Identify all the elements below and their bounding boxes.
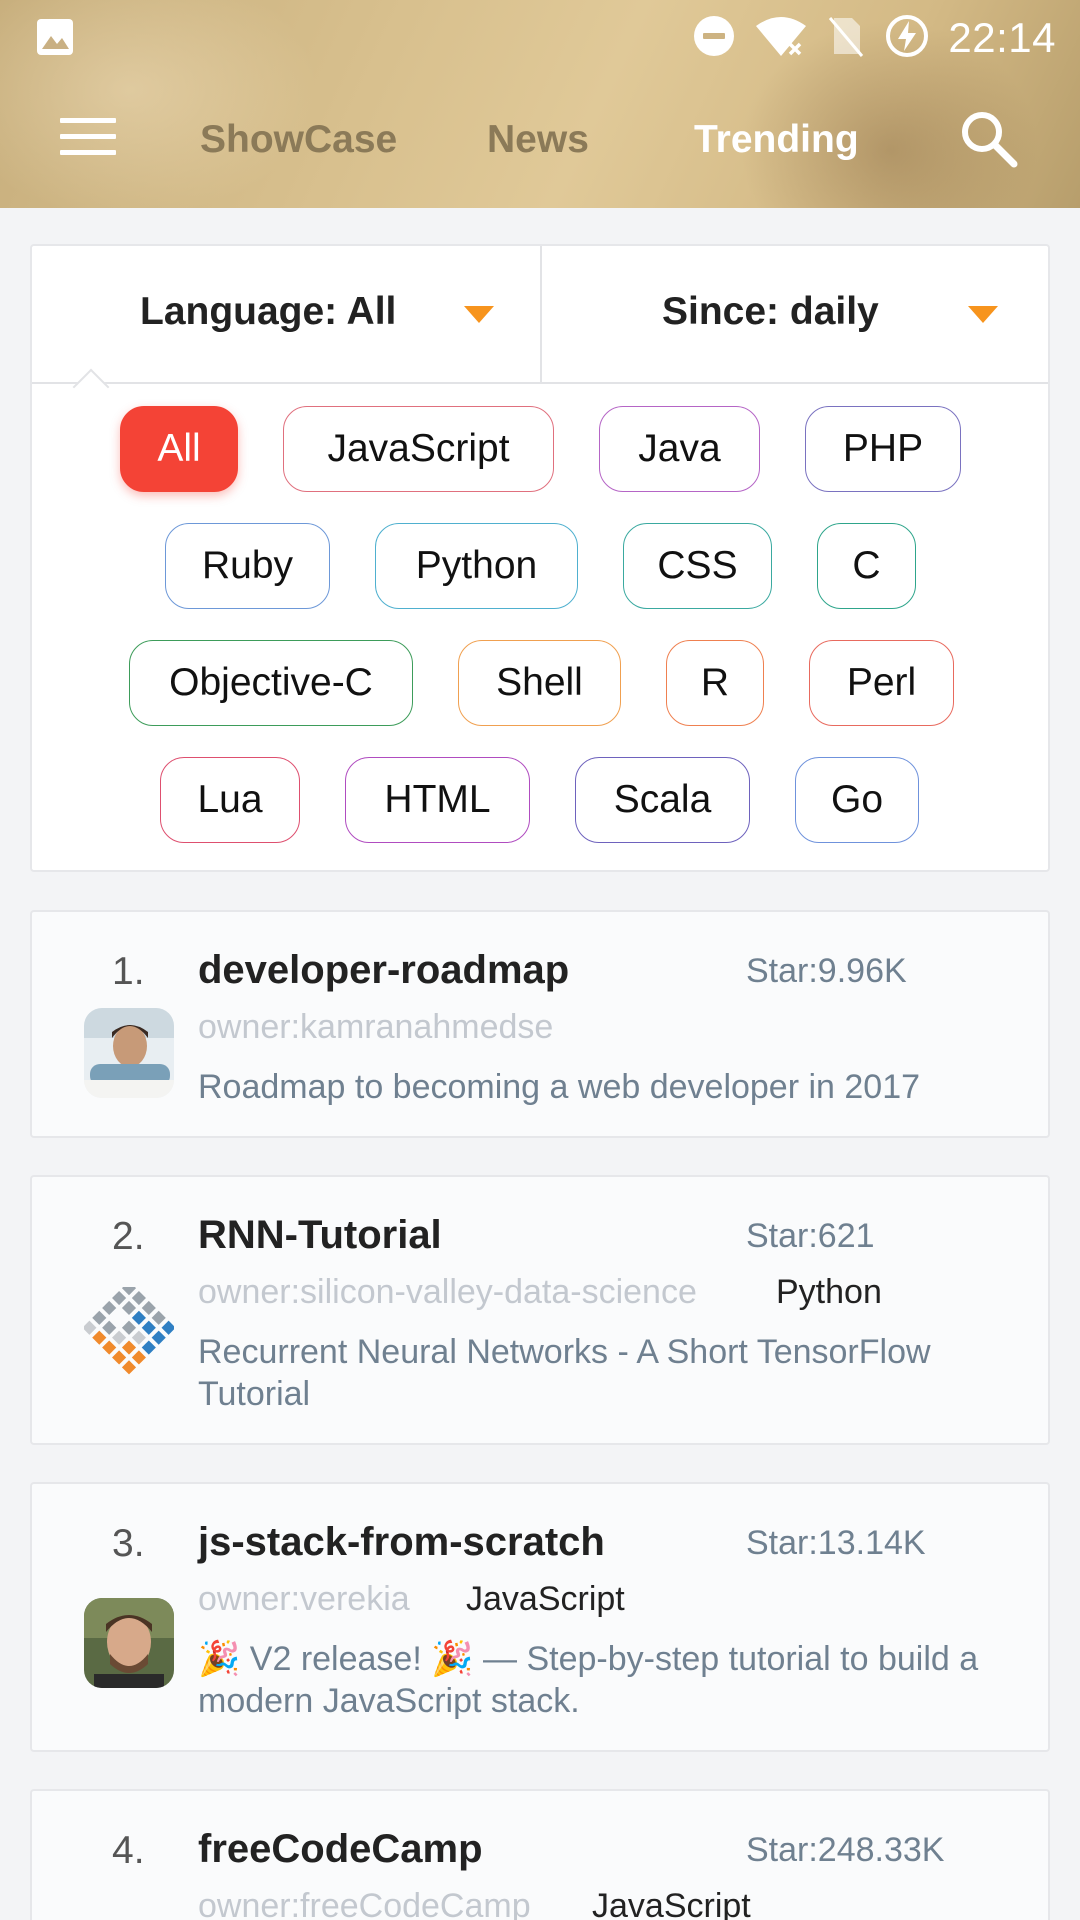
language-chip-scala[interactable]: Scala	[575, 757, 750, 843]
language-chip-java[interactable]: Java	[599, 406, 760, 492]
repo-rank: 4.	[112, 1829, 145, 1872]
repo-card[interactable]: 1. developer-roadmap Star:9.96K owner:ka…	[30, 910, 1050, 1138]
gallery-icon	[36, 18, 74, 61]
language-chip-css[interactable]: CSS	[623, 523, 772, 609]
avatar[interactable]	[84, 1287, 174, 1377]
language-chip-perl[interactable]: Perl	[809, 640, 954, 726]
language-chip-python[interactable]: Python	[375, 523, 578, 609]
tab-trending[interactable]: Trending	[694, 118, 859, 162]
language-chip-lua[interactable]: Lua	[160, 757, 300, 843]
wifi-icon	[754, 14, 808, 63]
status-time: 22:14	[948, 14, 1056, 61]
status-bar: 22:14	[0, 0, 1080, 74]
language-chip-objective-c[interactable]: Objective-C	[129, 640, 413, 726]
since-dropdown-label: Since: daily	[662, 290, 879, 333]
caret-down-icon	[968, 306, 998, 329]
repo-name[interactable]: freeCodeCamp	[198, 1827, 483, 1872]
language-chip-ruby[interactable]: Ruby	[165, 523, 330, 609]
repo-rank: 3.	[112, 1522, 145, 1565]
language-chip-c[interactable]: C	[817, 523, 916, 609]
since-dropdown[interactable]: Since: daily	[540, 246, 1048, 384]
language-filter-panel: Language: All Since: daily All JavaScrip…	[30, 244, 1050, 872]
repo-name[interactable]: developer-roadmap	[198, 948, 569, 993]
app-header: 22:14 ShowCase News Trending	[0, 0, 1080, 208]
repo-language: JavaScript	[592, 1887, 751, 1920]
battery-charging-icon	[884, 13, 930, 64]
repo-stars: Star:621	[746, 1217, 875, 1255]
language-chip-php[interactable]: PHP	[805, 406, 961, 492]
repo-description: Recurrent Neural Networks - A Short Tens…	[198, 1333, 931, 1413]
language-chip-shell[interactable]: Shell	[458, 640, 621, 726]
repo-owner: owner:verekia	[198, 1580, 410, 1618]
repo-language: JavaScript	[466, 1580, 625, 1618]
language-dropdown[interactable]: Language: All	[32, 246, 540, 384]
search-icon[interactable]	[958, 108, 1020, 175]
language-chip-javascript[interactable]: JavaScript	[283, 406, 554, 492]
repo-rank: 2.	[112, 1215, 145, 1258]
repo-description: 🎉 V2 release! 🎉 — Step-by-step tutorial …	[198, 1640, 979, 1720]
avatar[interactable]	[84, 1008, 174, 1098]
repo-stars: Star:13.14K	[746, 1524, 926, 1562]
filter-tabs: Language: All Since: daily	[32, 246, 1048, 384]
language-chip-all[interactable]: All	[120, 406, 238, 492]
repo-owner: owner:freeCodeCamp	[198, 1887, 531, 1920]
repo-owner: owner:silicon-valley-data-science	[198, 1273, 697, 1311]
language-chip-go[interactable]: Go	[795, 757, 919, 843]
caret-down-icon	[464, 306, 494, 329]
repo-stars: Star:9.96K	[746, 952, 907, 990]
avatar[interactable]	[84, 1598, 174, 1688]
tab-showcase[interactable]: ShowCase	[200, 118, 397, 162]
repo-name[interactable]: js-stack-from-scratch	[198, 1520, 605, 1565]
menu-icon[interactable]	[58, 114, 118, 165]
language-chip-html[interactable]: HTML	[345, 757, 530, 843]
repo-stars: Star:248.33K	[746, 1831, 945, 1869]
repo-language: Python	[776, 1273, 882, 1311]
language-chip-r[interactable]: R	[666, 640, 764, 726]
repo-rank: 1.	[112, 950, 145, 993]
toolbar: ShowCase News Trending	[0, 96, 1080, 186]
repo-card[interactable]: 4. freeCodeCamp Star:248.33K owner:freeC…	[30, 1789, 1050, 1920]
repo-card[interactable]: 2. RNN-Tutorial Star:621 owner:silicon-v…	[30, 1175, 1050, 1445]
repo-owner: owner:kamranahmedse	[198, 1008, 554, 1046]
language-dropdown-label: Language: All	[140, 290, 397, 333]
do-not-disturb-icon	[692, 14, 736, 63]
repo-name[interactable]: RNN-Tutorial	[198, 1213, 442, 1258]
no-sim-icon	[826, 14, 866, 63]
tab-news[interactable]: News	[487, 118, 589, 162]
repo-description: Roadmap to becoming a web developer in 2…	[198, 1068, 921, 1106]
repo-card[interactable]: 3. js-stack-from-scratch Star:13.14K own…	[30, 1482, 1050, 1752]
